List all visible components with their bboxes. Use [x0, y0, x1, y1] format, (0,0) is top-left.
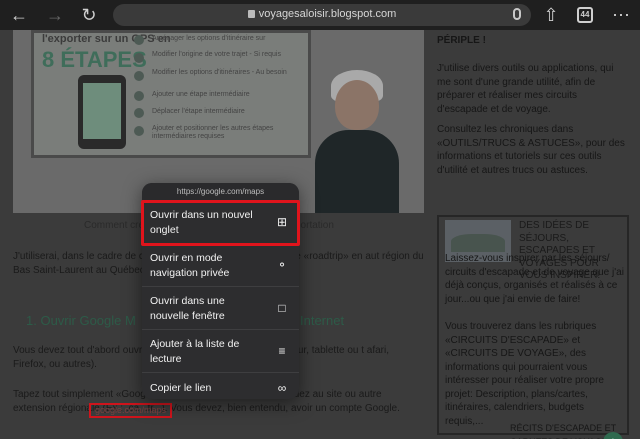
tab-count: 44: [580, 10, 590, 19]
sidebar-paragraph: Consultez les chroniques dans «OUTILS/TR…: [437, 124, 625, 176]
incognito-icon: ⚬: [276, 258, 288, 272]
step-dot-icon: [134, 71, 144, 81]
tab-count-button[interactable]: 44: [577, 7, 593, 23]
avatar: [335, 80, 379, 130]
hero-step: Ajouter et positionner les autres étapes…: [152, 125, 274, 140]
phone-icon: [78, 75, 126, 149]
selected-link-highlight[interactable]: google.com/maps: [89, 403, 172, 418]
reading-list-icon: ≡: [278, 344, 286, 358]
hero-step: Modifier les options d'itinéraires - Au …: [152, 69, 287, 76]
forward-arrow-icon[interactable]: →: [44, 4, 66, 26]
step-dot-icon: [134, 35, 144, 45]
hero-title-line2: 8 ÉTAPES: [42, 47, 147, 72]
step-dot-icon: [134, 53, 144, 63]
hero-step: Ajouter une étape intermédiaire: [152, 91, 250, 98]
lock-icon: [247, 10, 255, 18]
step-dot-icon: [134, 91, 144, 101]
sidebar-box-paragraph: Laissez-vous inspirer par les séjours/ c…: [445, 253, 624, 305]
page-content: l'exporter sur un GPS en 8 ÉTAPES Aménag…: [0, 30, 640, 439]
menu-item-label: Ajouter à la liste de lecture: [150, 338, 240, 365]
address-bar[interactable]: voyagesaloisir.blogspot.com: [113, 4, 531, 26]
image-caption-end: portation: [295, 220, 334, 231]
menu-item-label: Ouvrir en mode navigation privée: [150, 252, 230, 279]
context-menu-url: https://google.com/maps: [142, 183, 299, 201]
step-dot-icon: [134, 108, 144, 118]
menu-item-label: Ouvrir dans une nouvelle fenêtre: [150, 295, 225, 322]
menu-item-copy-link[interactable]: Copier le lien ∞: [142, 373, 299, 399]
section-heading: 1. Ouvrir Google M: [26, 313, 136, 328]
menu-item-open-new-window[interactable]: Ouvrir dans une nouvelle fenêtre □: [142, 287, 299, 330]
section-heading-end: Internet: [300, 313, 345, 328]
more-menu-icon[interactable]: ⋯: [610, 4, 632, 26]
back-arrow-icon[interactable]: ←: [8, 4, 30, 26]
share-icon[interactable]: ⇧: [540, 4, 562, 26]
menu-item-reading-list[interactable]: Ajouter à la liste de lecture ≡: [142, 330, 299, 373]
menu-item-highlight: [141, 200, 300, 246]
url-text: voyagesaloisir.blogspot.com: [258, 8, 397, 20]
browser-toolbar: ← → ↻ voyagesaloisir.blogspot.com ⇧ 44 ⋯: [0, 0, 640, 30]
reload-icon[interactable]: ↻: [78, 4, 100, 26]
step-dot-icon: [134, 126, 144, 136]
menu-item-open-private[interactable]: Ouvrir en mode navigation privée ⚬: [142, 244, 299, 287]
hero-step: Déplacer l'étape intermédiaire: [152, 108, 245, 115]
new-window-icon: □: [278, 301, 286, 315]
link-icon: ∞: [277, 381, 287, 395]
sidebar-box-paragraph: Vous trouverez dans les rubriques «CIRCU…: [445, 321, 604, 427]
avatar-body: [315, 130, 399, 213]
hero-whiteboard: l'exporter sur un GPS en 8 ÉTAPES Aménag…: [31, 30, 311, 158]
sidebar-heading: PÉRIPLE !: [437, 35, 486, 46]
sidebar-paragraph: J'utilise divers outils ou applications,…: [437, 63, 614, 115]
google-maps-link[interactable]: google.com/maps: [91, 405, 170, 416]
image-caption: Comment cré: [84, 220, 145, 231]
menu-item-label: Copier le lien: [150, 382, 212, 394]
microphone-icon[interactable]: [513, 8, 521, 20]
hero-step: Aménager les options d'itinéraire sur: [152, 35, 266, 42]
hero-step: Modifier l'origine de votre trajet - Si …: [152, 51, 281, 58]
